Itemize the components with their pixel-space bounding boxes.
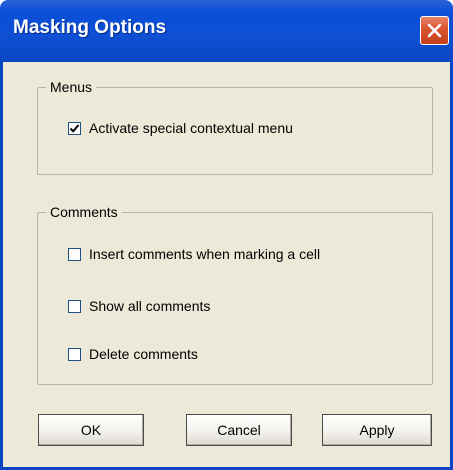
show-all-comments-checkbox[interactable] — [68, 299, 81, 313]
delete-comments-checkbox[interactable] — [68, 347, 81, 361]
insert-comments-option[interactable]: Insert comments when marking a cell — [68, 246, 320, 262]
ok-button[interactable]: OK — [38, 414, 144, 446]
apply-button[interactable]: Apply — [322, 414, 432, 446]
delete-comments-option[interactable]: Delete comments — [68, 346, 198, 362]
masking-options-dialog: Masking Options Menus Activate special c… — [0, 0, 453, 470]
activate-contextual-menu-checkbox[interactable] — [68, 121, 81, 135]
show-all-comments-option[interactable]: Show all comments — [68, 298, 210, 314]
close-icon — [427, 23, 442, 38]
close-button[interactable] — [420, 16, 449, 45]
menus-group-label: Menus — [50, 79, 93, 95]
insert-comments-checkbox[interactable] — [68, 247, 81, 261]
dialog-body: Menus Activate special contextual menu C… — [0, 62, 453, 470]
show-all-comments-label: Show all comments — [89, 298, 211, 314]
cancel-button[interactable]: Cancel — [186, 414, 292, 446]
activate-contextual-menu-option[interactable]: Activate special contextual menu — [68, 120, 293, 136]
delete-comments-label: Delete comments — [89, 346, 198, 362]
insert-comments-label: Insert comments when marking a cell — [89, 246, 321, 262]
dialog-title: Masking Options — [13, 17, 167, 38]
comments-group-label: Comments — [50, 204, 118, 220]
title-bar[interactable]: Masking Options — [0, 0, 453, 62]
activate-contextual-menu-label: Activate special contextual menu — [89, 120, 293, 136]
checkmark-icon — [69, 123, 80, 133]
